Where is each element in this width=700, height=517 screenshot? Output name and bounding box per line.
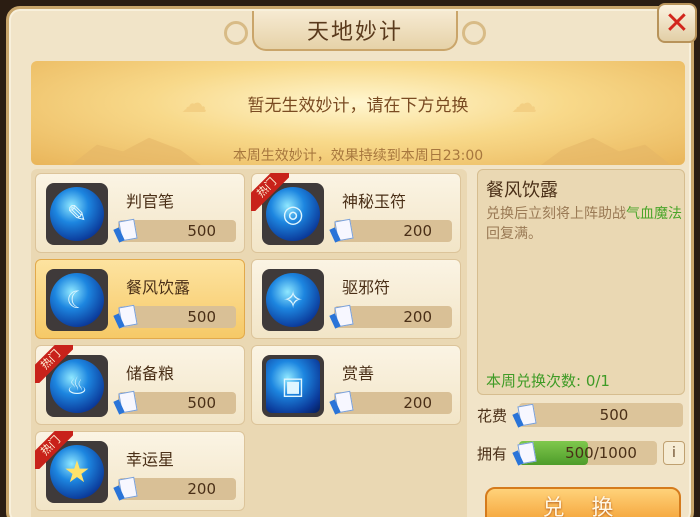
item-price-value: 200 bbox=[187, 480, 216, 498]
item-price: 200 bbox=[113, 476, 236, 501]
cost-row: 花费 500 bbox=[477, 403, 685, 429]
item-card-shenmiyufu[interactable]: ◎ 热门 神秘玉符 200 bbox=[251, 173, 461, 253]
owned-row: 拥有 500/1000 i bbox=[477, 441, 685, 467]
exorcism-charm-icon: ✧ bbox=[262, 269, 324, 331]
owned-label: 拥有 bbox=[477, 445, 508, 463]
scroll-currency-icon bbox=[512, 401, 539, 429]
item-card-shangshan[interactable]: ▣ 赏善 200 bbox=[251, 345, 461, 425]
item-price-value: 200 bbox=[403, 394, 432, 412]
scroll-currency-icon bbox=[113, 474, 140, 502]
window-title: 天地妙计 bbox=[224, 11, 486, 51]
gift-box-icon: ▣ bbox=[262, 355, 324, 417]
detail-title: 餐风饮露 bbox=[486, 180, 558, 201]
item-price: 200 bbox=[329, 390, 452, 415]
scroll-currency-icon bbox=[329, 216, 356, 244]
item-card-chubeiliang[interactable]: ♨ 热门 储备粮 500 bbox=[35, 345, 245, 425]
scroll-currency-icon bbox=[512, 439, 539, 467]
item-card-xingyunxing[interactable]: ★ 热门 幸运星 200 bbox=[35, 431, 245, 511]
item-name: 驱邪符 bbox=[342, 278, 391, 297]
scroll-currency-icon bbox=[113, 388, 140, 416]
item-card-panguanbi[interactable]: ✎ 判官笔 500 bbox=[35, 173, 245, 253]
item-name: 赏善 bbox=[342, 364, 375, 383]
item-price: 200 bbox=[329, 218, 452, 243]
active-strategy-banner: ☁ ☁ 暂无生效妙计，请在下方兑换 本周生效妙计，效果持续到本周日23:00 bbox=[31, 61, 685, 165]
close-icon[interactable]: ✕ bbox=[657, 3, 697, 43]
scroll-currency-icon bbox=[113, 302, 140, 330]
hot-ribbon: 热门 bbox=[35, 431, 73, 469]
owned-value: 500/1000 bbox=[565, 444, 637, 462]
item-name: 餐风饮露 bbox=[126, 278, 191, 297]
item-price: 500 bbox=[113, 304, 236, 329]
item-name: 判官笔 bbox=[126, 192, 175, 211]
brush-orb-icon: ✎ bbox=[46, 183, 108, 245]
item-price-value: 500 bbox=[187, 308, 216, 326]
scroll-currency-icon bbox=[113, 216, 140, 244]
detail-description: 兑换后立刻将上阵助战气血魔法回复满。 bbox=[486, 206, 682, 242]
exchange-button[interactable]: 兑 换 bbox=[485, 487, 681, 517]
weekly-exchange-count: 本周兑换次数: 0/1 bbox=[486, 372, 610, 390]
banner-duration-text: 本周生效妙计，效果持续到本周日23:00 bbox=[232, 148, 484, 164]
hot-ribbon: 热门 bbox=[251, 173, 289, 211]
item-price-value: 200 bbox=[403, 222, 432, 240]
cost-value: 500 bbox=[599, 406, 629, 424]
item-price-value: 200 bbox=[403, 308, 432, 326]
item-detail-panel: 餐风饮露 兑换后立刻将上阵助战气血魔法回复满。 本周兑换次数: 0/1 bbox=[477, 169, 685, 395]
dew-orb-icon: ☾ bbox=[46, 269, 108, 331]
item-price-value: 500 bbox=[187, 222, 216, 240]
item-name: 幸运星 bbox=[126, 450, 175, 469]
item-name: 神秘玉符 bbox=[342, 192, 407, 211]
item-card-quxiefu[interactable]: ✧ 驱邪符 200 bbox=[251, 259, 461, 339]
item-price: 500 bbox=[113, 390, 236, 415]
item-price-value: 500 bbox=[187, 394, 216, 412]
banner-status-text: 暂无生效妙计，请在下方兑换 bbox=[247, 96, 469, 116]
cost-box: 500 bbox=[519, 403, 683, 427]
item-price: 500 bbox=[113, 218, 236, 243]
cost-label: 花费 bbox=[477, 407, 508, 425]
owned-progress-bar: 500/1000 bbox=[519, 441, 657, 465]
miaoji-exchange-panel: 天地妙计 ☁ ☁ 暂无生效妙计，请在下方兑换 本周生效妙计，效果持续到本周日23… bbox=[6, 6, 694, 517]
info-button[interactable]: i bbox=[663, 441, 685, 465]
scroll-currency-icon bbox=[329, 388, 356, 416]
item-name: 储备粮 bbox=[126, 364, 175, 383]
item-price: 200 bbox=[329, 304, 452, 329]
item-card-canfengyinlu[interactable]: ☾ 餐风饮露 500 bbox=[35, 259, 245, 339]
scroll-currency-icon bbox=[329, 302, 356, 330]
hot-ribbon: 热门 bbox=[35, 345, 73, 383]
item-grid: ✎ 判官笔 500 ◎ 热门 神秘玉符 200 ☾ 餐风饮露 500 ✧ 驱邪符… bbox=[31, 169, 467, 517]
